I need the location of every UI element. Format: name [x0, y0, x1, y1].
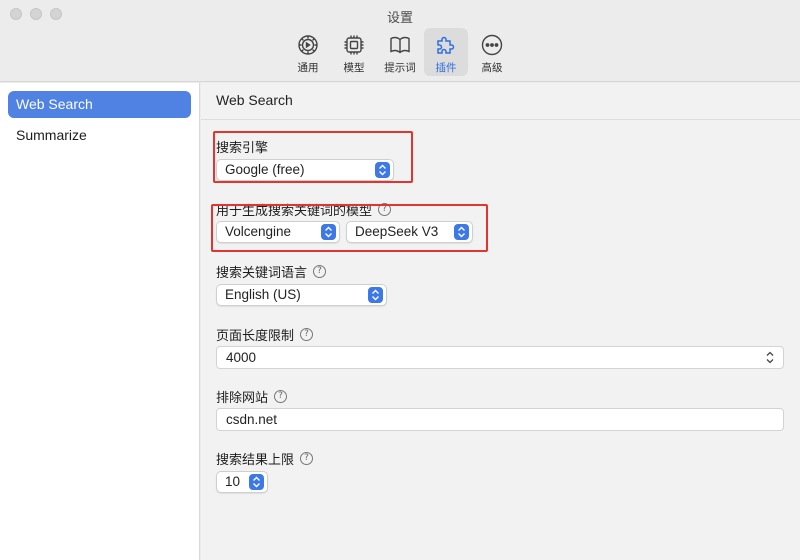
- result-limit-label: 搜索结果上限 ?: [216, 449, 314, 468]
- tab-plugins-label: 插件: [435, 62, 457, 74]
- keyword-language-value: English (US): [225, 287, 301, 302]
- keyword-language-select[interactable]: English (US): [216, 284, 387, 306]
- page-length-value: 4000: [226, 350, 257, 365]
- sidebar: Web Search Summarize: [0, 83, 200, 560]
- keyword-model-value: DeepSeek V3: [355, 224, 439, 239]
- chevron-updown-icon: [249, 474, 264, 490]
- keyword-model-label-text: 用于生成搜索关键词的模型: [216, 204, 373, 219]
- chevron-updown-icon: [454, 224, 469, 240]
- help-icon[interactable]: ?: [300, 452, 314, 465]
- chevron-updown-icon: [321, 224, 336, 240]
- keyword-model-select[interactable]: DeepSeek V3: [346, 221, 473, 243]
- keyword-provider-value: Volcengine: [225, 224, 292, 239]
- stepper-icon[interactable]: [765, 350, 775, 365]
- tab-advanced-label: 高级: [481, 62, 503, 74]
- settings-panel: Web Search 搜索引擎 Google (free) 用于生成搜索关键词的…: [201, 83, 800, 560]
- sidebar-item-web-search[interactable]: Web Search: [8, 91, 191, 118]
- tab-prompts-label: 提示词: [384, 62, 416, 74]
- page-length-input[interactable]: 4000: [216, 346, 784, 369]
- window-title: 设置: [386, 11, 413, 26]
- exclude-sites-label-text: 排除网站: [216, 391, 269, 406]
- book-icon: [390, 36, 410, 54]
- result-limit-select[interactable]: 10: [216, 471, 268, 493]
- more-icon: [481, 34, 503, 56]
- tab-plugins[interactable]: 插件: [424, 28, 468, 76]
- exclude-sites-input[interactable]: csdn.net: [216, 408, 784, 431]
- tab-models[interactable]: 模型: [332, 28, 376, 76]
- search-engine-label: 搜索引擎: [216, 137, 268, 156]
- result-limit-value: 10: [225, 474, 241, 489]
- chip-icon: [344, 35, 364, 55]
- page-length-label-text: 页面长度限制: [216, 329, 295, 344]
- tab-models-label: 模型: [343, 62, 365, 74]
- tab-general-label: 通用: [297, 62, 319, 74]
- help-icon[interactable]: ?: [300, 328, 314, 341]
- chevron-updown-icon: [368, 287, 383, 303]
- keyword-language-label-text: 搜索关键词语言: [216, 266, 308, 281]
- divider: [201, 119, 800, 120]
- search-engine-label-text: 搜索引擎: [216, 141, 269, 156]
- exclude-sites-value: csdn.net: [226, 412, 278, 427]
- tab-prompts[interactable]: 提示词: [378, 28, 422, 76]
- puzzle-icon: [437, 36, 455, 54]
- search-engine-select[interactable]: Google (free): [216, 159, 394, 181]
- toolbar-tabs: 通用 模型 提示词 插件 高级: [286, 28, 514, 76]
- chevron-updown-icon: [375, 162, 390, 178]
- keyword-language-label: 搜索关键词语言 ?: [216, 262, 327, 281]
- tab-advanced[interactable]: 高级: [470, 28, 514, 76]
- keyword-provider-select[interactable]: Volcengine: [216, 221, 340, 243]
- help-icon[interactable]: ?: [313, 265, 327, 278]
- keyword-model-label: 用于生成搜索关键词的模型 ?: [216, 200, 392, 219]
- page-title: Web Search: [216, 92, 293, 108]
- help-icon[interactable]: ?: [378, 203, 392, 216]
- page-length-label: 页面长度限制 ?: [216, 325, 314, 344]
- gear-icon: [298, 35, 318, 55]
- tab-general[interactable]: 通用: [286, 28, 330, 76]
- exclude-sites-label: 排除网站 ?: [216, 387, 288, 406]
- sidebar-item-summarize[interactable]: Summarize: [8, 122, 191, 149]
- search-engine-value: Google (free): [225, 162, 305, 177]
- result-limit-label-text: 搜索结果上限: [216, 453, 295, 468]
- toolbar: 设置 通用 模型 提示词 插件 高级: [0, 0, 800, 82]
- help-icon[interactable]: ?: [274, 390, 288, 403]
